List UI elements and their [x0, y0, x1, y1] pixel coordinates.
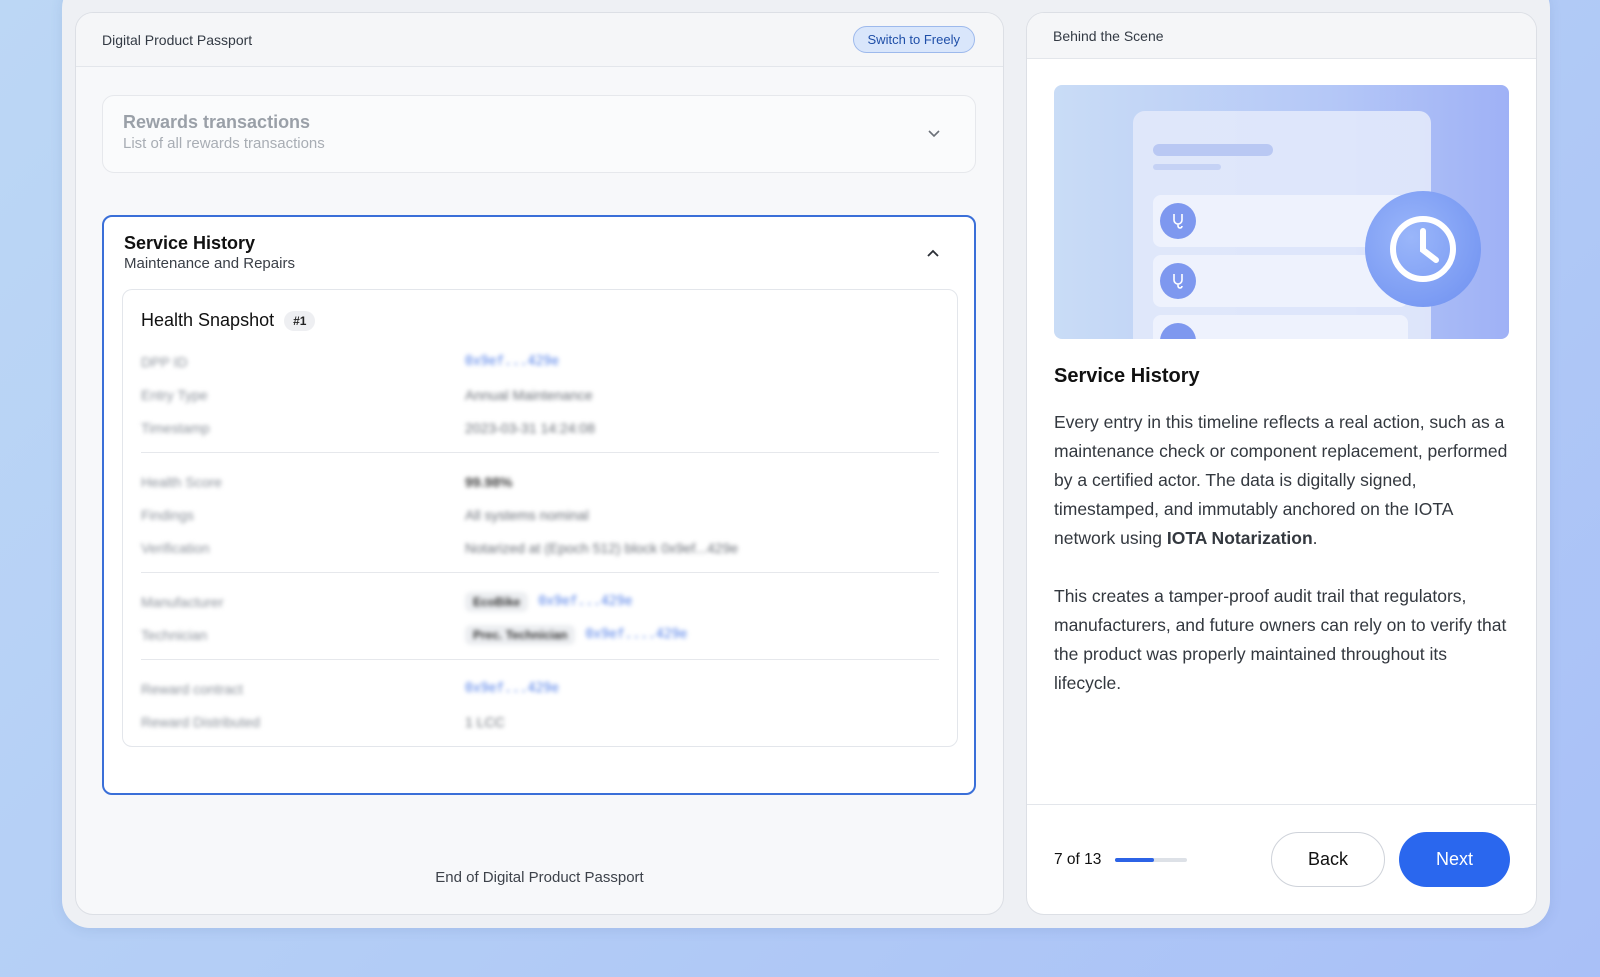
snapshot-row: Manufacturer EcoBike 0x9ef...429e: [141, 585, 939, 618]
snapshot-row: Verification Notarized at (Epoch 512) blo…: [141, 531, 939, 564]
snapshot-group: Health Score 99.98% Findings All systems no…: [141, 463, 939, 573]
end-of-passport-text: End of Digital Product Passport: [435, 869, 644, 886]
description-paragraph-2: This creates a tamper-proof audit trail …: [1054, 586, 1507, 693]
service-history-title: Service History: [124, 233, 256, 253]
snapshot-row-key: Entry Type: [141, 386, 208, 403]
rewards-transactions-card[interactable]: Rewards transactions List of all rewards…: [102, 95, 976, 173]
snapshot-row-key: Timestamp: [141, 419, 210, 436]
service-history-card: Service History Maintenance and Repairs …: [102, 215, 976, 795]
passport-panel: Digital Product Passport Switch to Freel…: [75, 12, 1004, 915]
snapshot-rows: DPP ID 0x9ef...429e Entry Type Annual Maint…: [141, 343, 939, 746]
health-snapshot-card: Health Snapshot #1 DPP ID 0x9ef...429e Ent…: [122, 289, 958, 747]
snapshot-row-key: DPP ID: [141, 353, 188, 370]
snapshot-title: Health Snapshot: [141, 310, 275, 330]
description-paragraph-1: Every entry in this timeline reflects a …: [1054, 412, 1508, 548]
snapshot-row-link[interactable]: 0x9ef...429e: [538, 594, 632, 609]
progress-fill: [1115, 857, 1155, 862]
snapshot-row-chip: Prec. Technician: [465, 624, 576, 645]
behind-title: Behind the Scene: [1053, 27, 1164, 44]
back-button[interactable]: Back: [1271, 832, 1385, 887]
snapshot-row: Timestamp 2023-03-31 14:24:08: [141, 411, 939, 444]
progress-bar: [1115, 857, 1188, 862]
snapshot-row: Health Score 99.98%: [141, 465, 939, 498]
behind-the-scene-panel: Behind the Scene Service History Every e…: [1026, 12, 1537, 915]
snapshot-row-key: Reward contract: [141, 680, 243, 697]
snapshot-group: DPP ID 0x9ef...429e Entry Type Annual Maint…: [141, 343, 939, 453]
snapshot-row-key: Findings: [141, 506, 194, 523]
snapshot-row-link[interactable]: 0x9ef...429e: [465, 354, 559, 369]
snapshot-row-value: 99.98%: [465, 473, 513, 490]
snapshot-row-key: Technician: [141, 626, 208, 643]
snapshot-row-value: All systems nominal: [465, 506, 589, 523]
behind-heading: Service History: [1054, 365, 1200, 387]
snapshot-row: Reward contract 0x9ef...429e: [141, 672, 939, 705]
snapshot-row-value: 1 LCC: [465, 713, 505, 730]
stethoscope-icon: [1160, 263, 1196, 299]
snapshot-row: Reward Distributed 1 LCC: [141, 705, 939, 738]
stethoscope-icon: [1160, 203, 1196, 239]
passport-title: Digital Product Passport: [102, 31, 253, 48]
snapshot-row: Findings All systems nominal: [141, 498, 939, 531]
snapshot-row-link[interactable]: 0x9ef....429e: [585, 627, 687, 642]
snapshot-group: Manufacturer EcoBike 0x9ef...429e Technicia…: [141, 583, 939, 660]
snapshot-row-value: Annual Maintenance: [465, 386, 593, 403]
switch-to-freely-button[interactable]: Switch to Freely: [852, 26, 975, 53]
snapshot-row: Technician Prec. Technician 0x9ef....429e: [141, 618, 939, 651]
service-history-illustration: [1054, 85, 1509, 339]
snapshot-row-value: Notarized at (Epoch 512) block 0x9ef...4…: [465, 539, 739, 556]
snapshot-row-key: Reward Distributed: [141, 713, 261, 730]
rewards-title: Rewards transactions: [123, 112, 311, 132]
progress-label: 7 of 13: [1054, 850, 1102, 868]
passport-header: Digital Product Passport Switch to Freel…: [76, 13, 1003, 67]
next-button[interactable]: Next: [1399, 832, 1510, 887]
snapshot-row-key: Verification: [141, 539, 210, 556]
snapshot-row-chip: EcoBike: [465, 591, 529, 612]
snapshot-row-key: Manufacturer: [141, 593, 224, 610]
tour-footer: 7 of 13 Back Next: [1027, 804, 1536, 914]
service-history-subtitle: Maintenance and Repairs: [124, 255, 295, 272]
snapshot-row: DPP ID 0x9ef...429e: [141, 345, 939, 378]
rewards-subtitle: List of all rewards transactions: [123, 135, 325, 152]
behind-description: Every entry in this timeline reflects a …: [1054, 408, 1514, 698]
snapshot-row: Entry Type Annual Maintenance: [141, 378, 939, 411]
snapshot-row-link[interactable]: 0x9ef...429e: [465, 681, 559, 696]
chevron-up-icon[interactable]: [926, 245, 940, 261]
snapshot-row-key: Health Score: [141, 473, 222, 490]
chevron-down-icon[interactable]: [927, 126, 941, 142]
behind-header: Behind the Scene: [1027, 13, 1536, 59]
snapshot-row-value: 2023-03-31 14:24:08: [465, 419, 595, 436]
snapshot-group: Reward contract 0x9ef...429e Reward Distri…: [141, 670, 939, 746]
snapshot-badge: #1: [284, 310, 316, 331]
clock-icon: [1365, 191, 1481, 307]
